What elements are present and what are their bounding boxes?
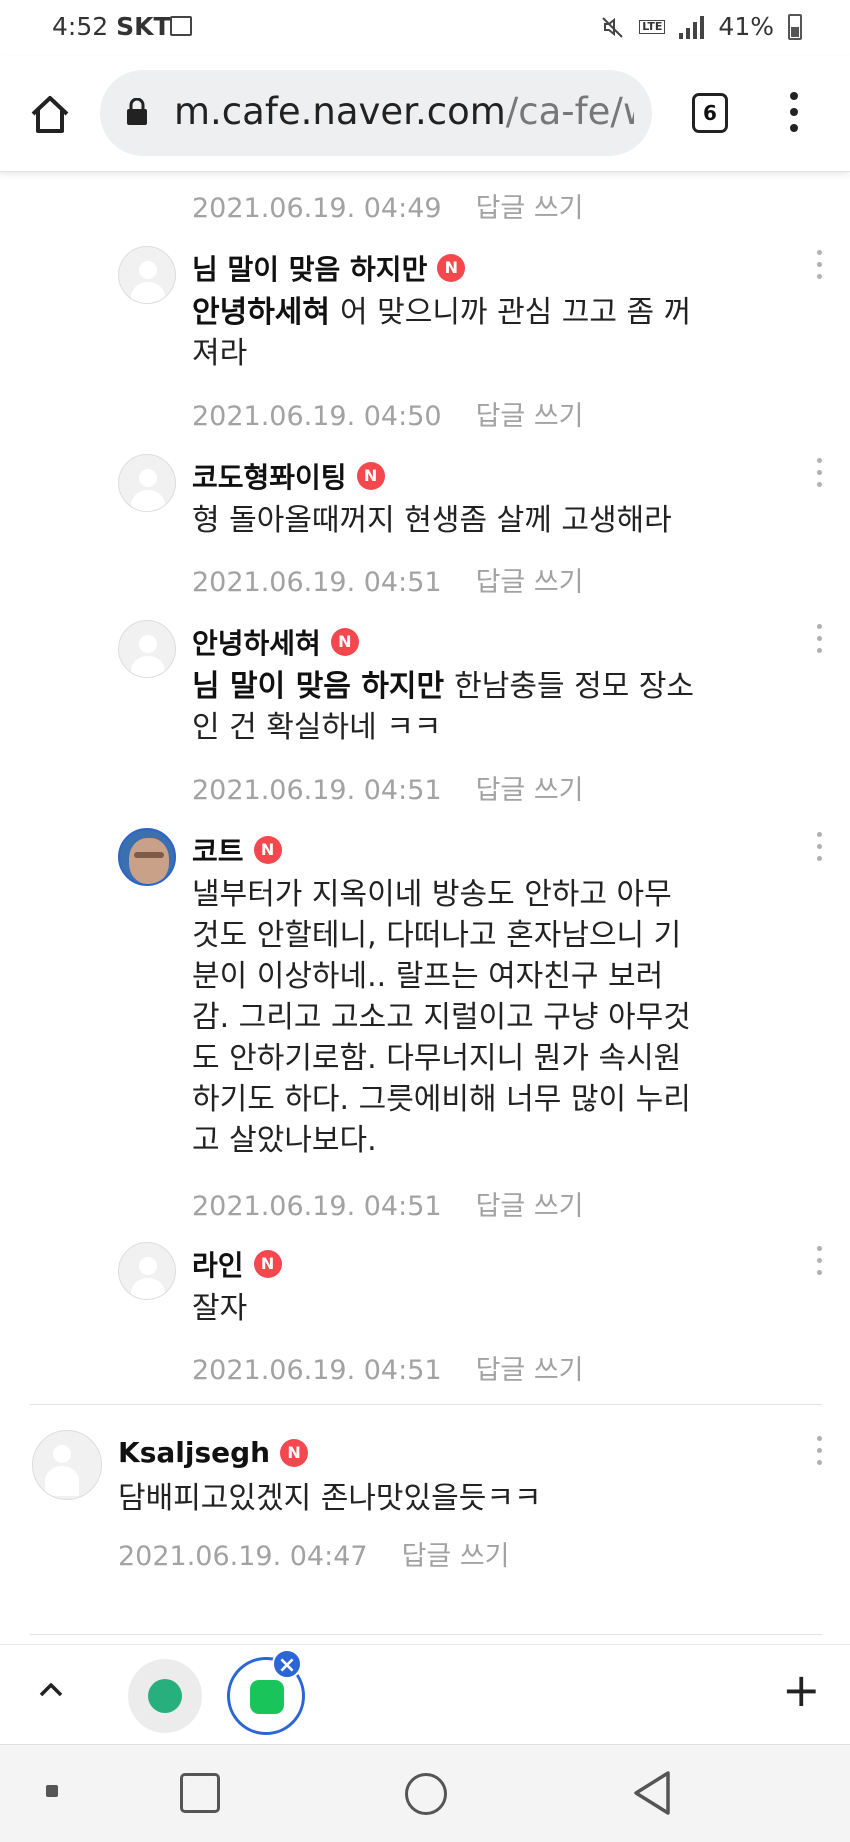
new-badge: N [253,1250,282,1278]
reply-link[interactable]: 답글 쓰기 [476,401,584,432]
comment-meta: 2021.06.19. 04:47 답글 쓰기 [118,1534,510,1573]
status-icons: LTE 41% [601,12,802,41]
comment-more-icon[interactable] [814,624,824,658]
comment-more-icon[interactable] [814,458,824,492]
comment-text: 낼부터가 지옥이네 방송도 안하고 아무 것도 안할테니, 다떠나고 혼자남으니… [192,877,691,1158]
lock-icon [127,98,147,125]
mention[interactable]: 님 말이 맞음 하지만 [192,669,444,704]
close-icon[interactable]: × [272,1649,302,1679]
comment-meta: 2021.06.19. 04:51 답글 쓰기 [192,768,584,807]
avatar[interactable] [118,828,176,886]
comment-meta: 2021.06.19. 04:51 답글 쓰기 [192,1184,584,1223]
browser-toolbar: m.cafe.naver.com/ca-fe/web 6 [0,56,850,172]
mention[interactable]: 안녕하세혀 [192,295,330,330]
reply-link[interactable]: 답글 쓰기 [402,1541,510,1572]
comment-author[interactable]: 라인 N [192,1244,282,1284]
status-bar: 4:52 SKT LTE 41% [0,0,850,56]
comment-date: 2021.06.19. 04:51 [192,567,442,598]
new-badge: N [330,628,359,656]
comment-text: 담배피고있겠지 존나맛있을듯ㅋㅋ [118,1481,542,1516]
avatar[interactable] [118,246,176,304]
comment-more-icon[interactable] [814,1246,824,1280]
comment-author[interactable]: 코도형퐈이팅 N [192,456,385,496]
new-badge: N [253,836,282,864]
comment-more-icon[interactable] [814,250,824,284]
comment-date: 2021.06.19. 04:51 [192,1191,442,1222]
comment-date: 2021.06.19. 04:50 [192,401,442,432]
bottom-toolbar: × + [0,1644,850,1744]
address-bar[interactable]: m.cafe.naver.com/ca-fe/web [100,70,652,156]
comment-text: 형 돌아올때꺼지 현생좀 살께 고생해라 [192,503,672,538]
comment-divider [30,1634,822,1635]
share-network-button[interactable] [128,1659,202,1733]
comment-more-icon[interactable] [814,832,824,866]
carrier-label: SKT [116,12,171,41]
comment-text: 잘자 [192,1291,248,1326]
reply-link[interactable]: 답글 쓰기 [476,1355,584,1386]
new-badge: N [437,254,466,282]
reply-link[interactable]: 답글 쓰기 [476,1191,584,1222]
reply-link[interactable]: 답글 쓰기 [476,193,584,224]
more-menu-button[interactable] [784,92,804,136]
cafe-cup-icon [250,1680,284,1714]
comment-text: 안녕하세혀 어 맞으니까 관심 끄고 좀 꺼 져라 [192,295,692,371]
avatar[interactable] [118,454,176,512]
comment-meta: 2021.06.19. 04:50 답글 쓰기 [192,394,584,433]
image-notification-icon [170,16,192,36]
status-time: 4:52 SKT [52,12,171,41]
recent-apps-icon[interactable] [180,1773,220,1813]
battery-icon [788,13,802,40]
reply-link[interactable]: 답글 쓰기 [476,567,584,598]
add-button[interactable]: + [782,1665,821,1715]
comment-date: 2021.06.19. 04:47 [118,1541,368,1572]
battery-percent: 41% [718,12,774,41]
comment-date: 2021.06.19. 04:51 [192,1355,442,1386]
comment-author[interactable]: 코트 N [192,830,282,870]
comment-author[interactable]: 님 말이 맞음 하지만 N [192,248,466,288]
mute-icon [602,16,623,38]
comment-more-icon[interactable] [814,1436,824,1470]
signal-icon [679,15,705,39]
comment-author[interactable]: Ksaljsegh N [118,1436,309,1469]
comment-meta: 2021.06.19. 04:49 답글 쓰기 [192,186,584,225]
comment-list: 2021.06.19. 04:49 답글 쓰기 님 말이 맞음 하지만 N 안녕하세… [0,172,850,1644]
share-network-icon [148,1679,182,1713]
home-circle-icon[interactable] [405,1773,447,1815]
comment-date: 2021.06.19. 04:51 [192,775,442,806]
new-badge: N [280,1438,309,1467]
url-text[interactable]: m.cafe.naver.com/ca-fe/web [174,90,634,133]
nav-dot-icon[interactable] [46,1785,58,1797]
avatar[interactable] [118,620,176,678]
reply-link[interactable]: 답글 쓰기 [476,775,584,806]
comment-meta: 2021.06.19. 04:51 답글 쓰기 [192,560,584,599]
comment-meta: 2021.06.19. 04:51 답글 쓰기 [192,1348,584,1387]
system-nav-bar [0,1744,850,1842]
avatar[interactable] [32,1430,102,1500]
scroll-up-icon[interactable] [36,1675,66,1705]
tab-switcher-button[interactable]: 6 [692,93,728,133]
comment-author[interactable]: 안녕하세혀 N [192,622,359,662]
lte-icon: LTE [639,19,666,34]
avatar[interactable] [118,1242,176,1300]
new-badge: N [356,462,385,490]
comment-text: 님 말이 맞음 하지만 한남충들 정모 장소 인 건 확실하네 ㅋㅋ [192,669,695,745]
home-icon[interactable] [28,92,72,136]
comment-date: 2021.06.19. 04:49 [192,193,442,224]
back-icon[interactable] [630,1769,674,1817]
comment-divider [30,1404,822,1405]
